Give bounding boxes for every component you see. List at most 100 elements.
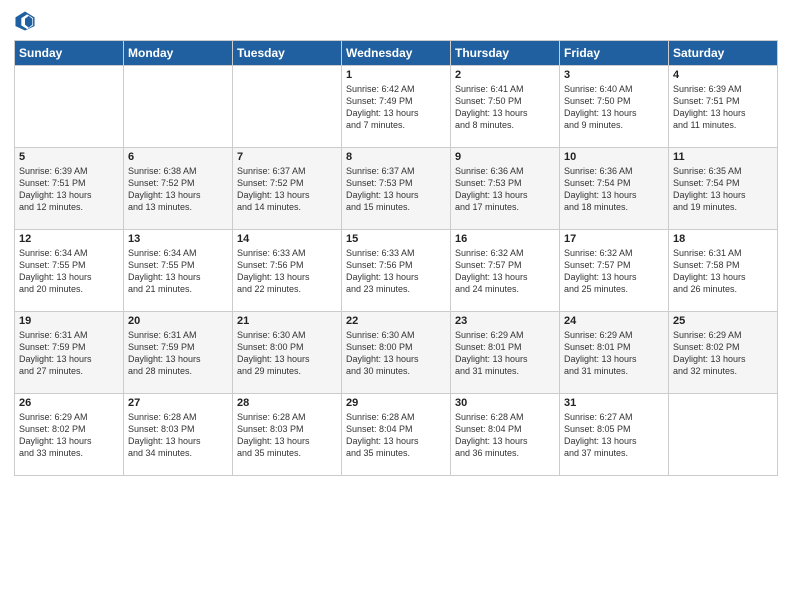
calendar-cell: 22 Sunrise: 6:30 AM Sunset: 8:00 PM Dayli… <box>342 312 451 394</box>
cell-info: Sunrise: 6:29 AM Sunset: 8:02 PM Dayligh… <box>673 329 773 378</box>
week-row-5: 26Sunrise: 6:29 AM Sunset: 8:02 PM Dayli… <box>15 394 778 476</box>
calendar-cell: 20 Sunrise: 6:31 AM Sunset: 7:59 PM Dayli… <box>124 312 233 394</box>
cell-info: Sunrise: 6:39 AM Sunset: 7:51 PM Dayligh… <box>19 165 119 214</box>
cell-date: 13 <box>128 233 228 245</box>
calendar-cell <box>669 394 778 476</box>
cell-date: 10 <box>564 151 664 163</box>
cell-info: Sunrise: 6:29 AM Sunset: 8:01 PM Dayligh… <box>564 329 664 378</box>
calendar-cell <box>15 66 124 148</box>
cell-date: 9 <box>455 151 555 163</box>
day-header-tuesday: Tuesday <box>233 41 342 66</box>
cell-date: 4 <box>673 69 773 81</box>
day-header-friday: Friday <box>560 41 669 66</box>
calendar-table: SundayMondayTuesdayWednesdayThursdayFrid… <box>14 40 778 476</box>
cell-date: 21 <box>237 315 337 327</box>
day-header-saturday: Saturday <box>669 41 778 66</box>
calendar-cell: 29 Sunrise: 6:28 AM Sunset: 8:04 PM Dayli… <box>342 394 451 476</box>
calendar-cell: 13 Sunrise: 6:34 AM Sunset: 7:55 PM Dayli… <box>124 230 233 312</box>
calendar-cell: 3 Sunrise: 6:40 AM Sunset: 7:50 PM Daylig… <box>560 66 669 148</box>
cell-info: Sunrise: 6:27 AM Sunset: 8:05 PM Dayligh… <box>564 411 664 460</box>
cell-date: 18 <box>673 233 773 245</box>
header-row: SundayMondayTuesdayWednesdayThursdayFrid… <box>15 41 778 66</box>
calendar-cell: 16 Sunrise: 6:32 AM Sunset: 7:57 PM Dayli… <box>451 230 560 312</box>
calendar-cell: 24 Sunrise: 6:29 AM Sunset: 8:01 PM Dayli… <box>560 312 669 394</box>
cell-info: Sunrise: 6:28 AM Sunset: 8:03 PM Dayligh… <box>237 411 337 460</box>
day-header-monday: Monday <box>124 41 233 66</box>
cell-info: Sunrise: 6:37 AM Sunset: 7:52 PM Dayligh… <box>237 165 337 214</box>
page-container: SundayMondayTuesdayWednesdayThursdayFrid… <box>0 0 792 486</box>
calendar-cell: 4 Sunrise: 6:39 AM Sunset: 7:51 PM Daylig… <box>669 66 778 148</box>
cell-date: 29 <box>346 397 446 409</box>
cell-info: Sunrise: 6:29 AM Sunset: 8:02 PM Dayligh… <box>19 411 119 460</box>
week-row-4: 19 Sunrise: 6:31 AM Sunset: 7:59 PM Dayli… <box>15 312 778 394</box>
calendar-cell: 18Sunrise: 6:31 AM Sunset: 7:58 PM Dayli… <box>669 230 778 312</box>
week-row-3: 12 Sunrise: 6:34 AM Sunset: 7:55 PM Dayli… <box>15 230 778 312</box>
cell-date: 19 <box>19 315 119 327</box>
calendar-cell: 1 Sunrise: 6:42 AM Sunset: 7:49 PM Daylig… <box>342 66 451 148</box>
cell-date: 3 <box>564 69 664 81</box>
cell-date: 17 <box>564 233 664 245</box>
cell-info: Sunrise: 6:30 AM Sunset: 8:00 PM Dayligh… <box>346 329 446 378</box>
calendar-cell: 21 Sunrise: 6:30 AM Sunset: 8:00 PM Dayli… <box>233 312 342 394</box>
cell-date: 7 <box>237 151 337 163</box>
cell-date: 15 <box>346 233 446 245</box>
day-header-thursday: Thursday <box>451 41 560 66</box>
cell-info: Sunrise: 6:28 AM Sunset: 8:03 PM Dayligh… <box>128 411 228 460</box>
cell-date: 20 <box>128 315 228 327</box>
cell-info: Sunrise: 6:31 AM Sunset: 7:59 PM Dayligh… <box>128 329 228 378</box>
day-header-wednesday: Wednesday <box>342 41 451 66</box>
cell-date: 12 <box>19 233 119 245</box>
week-row-1: 1 Sunrise: 6:42 AM Sunset: 7:49 PM Daylig… <box>15 66 778 148</box>
cell-info: Sunrise: 6:36 AM Sunset: 7:53 PM Dayligh… <box>455 165 555 214</box>
cell-date: 22 <box>346 315 446 327</box>
cell-date: 28 <box>237 397 337 409</box>
cell-date: 25 <box>673 315 773 327</box>
cell-date: 23 <box>455 315 555 327</box>
cell-date: 8 <box>346 151 446 163</box>
cell-info: Sunrise: 6:28 AM Sunset: 8:04 PM Dayligh… <box>346 411 446 460</box>
cell-date: 6 <box>128 151 228 163</box>
calendar-cell: 31 Sunrise: 6:27 AM Sunset: 8:05 PM Dayli… <box>560 394 669 476</box>
cell-date: 1 <box>346 69 446 81</box>
cell-info: Sunrise: 6:34 AM Sunset: 7:55 PM Dayligh… <box>19 247 119 296</box>
cell-info: Sunrise: 6:37 AM Sunset: 7:53 PM Dayligh… <box>346 165 446 214</box>
calendar-cell: 5Sunrise: 6:39 AM Sunset: 7:51 PM Daylig… <box>15 148 124 230</box>
cell-info: Sunrise: 6:41 AM Sunset: 7:50 PM Dayligh… <box>455 83 555 132</box>
cell-info: Sunrise: 6:33 AM Sunset: 7:56 PM Dayligh… <box>346 247 446 296</box>
calendar-cell <box>124 66 233 148</box>
cell-info: Sunrise: 6:35 AM Sunset: 7:54 PM Dayligh… <box>673 165 773 214</box>
cell-date: 2 <box>455 69 555 81</box>
cell-info: Sunrise: 6:34 AM Sunset: 7:55 PM Dayligh… <box>128 247 228 296</box>
logo <box>14 10 38 32</box>
calendar-cell: 7 Sunrise: 6:37 AM Sunset: 7:52 PM Daylig… <box>233 148 342 230</box>
calendar-cell: 26Sunrise: 6:29 AM Sunset: 8:02 PM Dayli… <box>15 394 124 476</box>
calendar-cell: 9 Sunrise: 6:36 AM Sunset: 7:53 PM Daylig… <box>451 148 560 230</box>
cell-date: 24 <box>564 315 664 327</box>
cell-date: 16 <box>455 233 555 245</box>
cell-date: 27 <box>128 397 228 409</box>
calendar-cell: 11Sunrise: 6:35 AM Sunset: 7:54 PM Dayli… <box>669 148 778 230</box>
calendar-body: 1 Sunrise: 6:42 AM Sunset: 7:49 PM Daylig… <box>15 66 778 476</box>
calendar-header: SundayMondayTuesdayWednesdayThursdayFrid… <box>15 41 778 66</box>
cell-info: Sunrise: 6:39 AM Sunset: 7:51 PM Dayligh… <box>673 83 773 132</box>
calendar-cell: 10 Sunrise: 6:36 AM Sunset: 7:54 PM Dayli… <box>560 148 669 230</box>
cell-info: Sunrise: 6:42 AM Sunset: 7:49 PM Dayligh… <box>346 83 446 132</box>
calendar-cell <box>233 66 342 148</box>
cell-info: Sunrise: 6:28 AM Sunset: 8:04 PM Dayligh… <box>455 411 555 460</box>
calendar-cell: 17 Sunrise: 6:32 AM Sunset: 7:57 PM Dayli… <box>560 230 669 312</box>
cell-date: 31 <box>564 397 664 409</box>
cell-info: Sunrise: 6:32 AM Sunset: 7:57 PM Dayligh… <box>455 247 555 296</box>
cell-info: Sunrise: 6:29 AM Sunset: 8:01 PM Dayligh… <box>455 329 555 378</box>
calendar-cell: 23 Sunrise: 6:29 AM Sunset: 8:01 PM Dayli… <box>451 312 560 394</box>
cell-info: Sunrise: 6:33 AM Sunset: 7:56 PM Dayligh… <box>237 247 337 296</box>
cell-info: Sunrise: 6:40 AM Sunset: 7:50 PM Dayligh… <box>564 83 664 132</box>
day-header-sunday: Sunday <box>15 41 124 66</box>
calendar-cell: 25 Sunrise: 6:29 AM Sunset: 8:02 PM Dayli… <box>669 312 778 394</box>
cell-info: Sunrise: 6:30 AM Sunset: 8:00 PM Dayligh… <box>237 329 337 378</box>
cell-info: Sunrise: 6:36 AM Sunset: 7:54 PM Dayligh… <box>564 165 664 214</box>
cell-date: 30 <box>455 397 555 409</box>
calendar-cell: 12 Sunrise: 6:34 AM Sunset: 7:55 PM Dayli… <box>15 230 124 312</box>
calendar-cell: 8 Sunrise: 6:37 AM Sunset: 7:53 PM Daylig… <box>342 148 451 230</box>
cell-info: Sunrise: 6:31 AM Sunset: 7:59 PM Dayligh… <box>19 329 119 378</box>
cell-info: Sunrise: 6:32 AM Sunset: 7:57 PM Dayligh… <box>564 247 664 296</box>
